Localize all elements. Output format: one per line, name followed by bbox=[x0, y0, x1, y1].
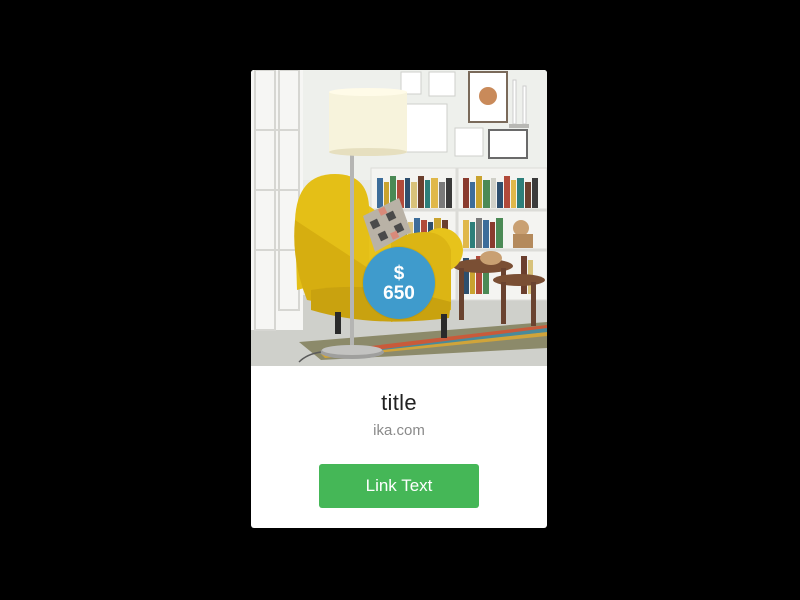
product-card: $ 650 title ika.com Link Text bbox=[251, 70, 547, 528]
card-title: title bbox=[381, 390, 417, 415]
page: $ 650 title ika.com Link Text bbox=[0, 0, 800, 600]
price-currency: $ bbox=[393, 263, 405, 284]
card-subtitle: ika.com bbox=[373, 422, 425, 439]
product-image: $ 650 bbox=[251, 70, 547, 366]
card-info: title ika.com Link Text bbox=[251, 366, 547, 528]
price-amount: 650 bbox=[383, 283, 415, 304]
link-button[interactable]: Link Text bbox=[319, 464, 479, 508]
price-badge: $ 650 bbox=[363, 247, 435, 319]
